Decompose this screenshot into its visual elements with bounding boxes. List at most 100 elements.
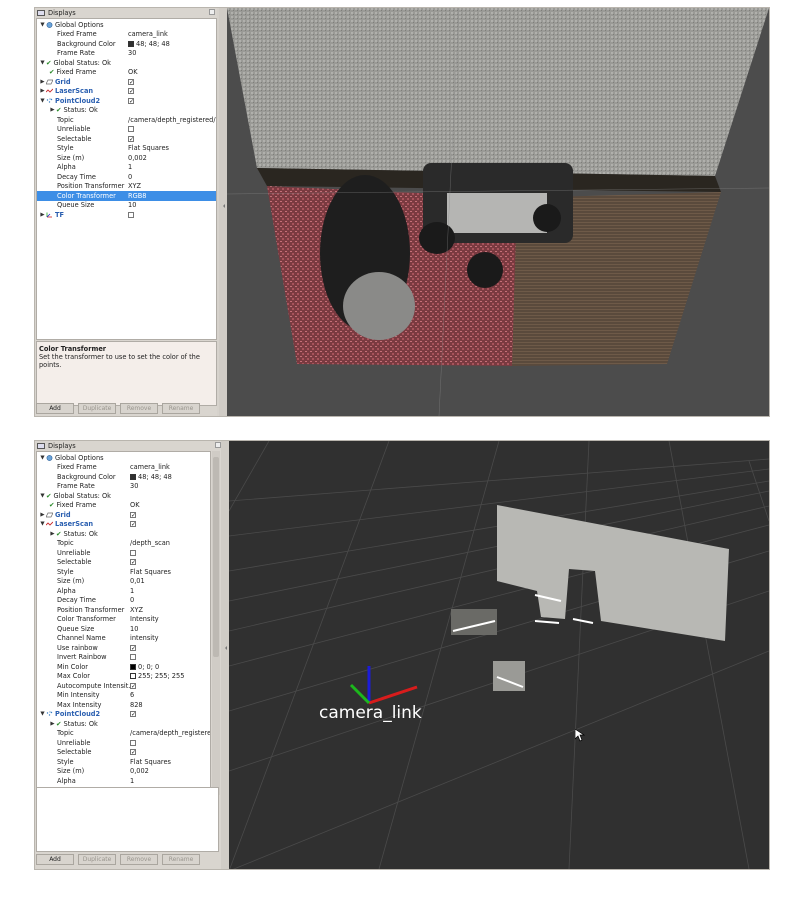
property-value[interactable]: 30 (130, 482, 210, 490)
tree-row[interactable]: Style Flat Squares (37, 144, 216, 154)
property-value[interactable]: 1 (128, 163, 216, 171)
tree-row[interactable]: ▶ ✔ Status: Ok (37, 106, 216, 116)
tree-row[interactable]: Fixed Frame camera_link (37, 30, 216, 40)
tree-row[interactable]: Position Transformer XYZ (37, 605, 210, 615)
property-value[interactable]: 6 (130, 691, 210, 699)
duplicate-button[interactable]: Duplicate (78, 854, 116, 865)
property-value[interactable]: 10 (130, 625, 210, 633)
property-value[interactable]: intensity (130, 634, 210, 642)
tree-row[interactable]: Decay Time 0 (37, 172, 216, 182)
tree-row[interactable]: Invert Rainbow (37, 653, 210, 663)
3d-viewport-pointcloud[interactable] (227, 8, 769, 416)
displays-tree[interactable]: ▼ Global Options Fixed Frame camera_link Bac… (36, 451, 211, 795)
color-value[interactable]: 48; 48; 48 (130, 473, 210, 481)
enable-checkbox[interactable]: ✓ (130, 710, 210, 718)
duplicate-button[interactable]: Duplicate (78, 403, 116, 414)
tree-row[interactable]: Max Intensity 828 (37, 700, 210, 710)
tree-row[interactable]: Selectable ✓ (37, 748, 210, 758)
enable-checkbox[interactable]: ✓ (128, 97, 216, 105)
tree-row[interactable]: Color Transformer RGB8 (37, 191, 216, 201)
property-value[interactable]: camera_link (128, 30, 216, 38)
tree-row[interactable]: Alpha 1 (37, 776, 210, 786)
property-value[interactable]: 1 (130, 777, 210, 785)
rename-button[interactable]: Rename (162, 854, 200, 865)
tree-row[interactable]: Use rainbow ✓ (37, 643, 210, 653)
property-value[interactable]: 30 (128, 49, 216, 57)
rename-button[interactable]: Rename (162, 403, 200, 414)
enable-checkbox[interactable] (128, 125, 216, 133)
property-value[interactable]: XYZ (130, 606, 210, 614)
panel-splitter[interactable] (219, 8, 227, 416)
tree-row[interactable]: ▶ ✔ Status: Ok (37, 529, 210, 539)
tree-row[interactable]: Selectable ✓ (37, 558, 210, 568)
enable-checkbox[interactable]: ✓ (130, 682, 210, 690)
tree-row[interactable]: ▼ PointCloud2 ✓ (37, 96, 216, 106)
tree-row[interactable]: Frame Rate 30 (37, 49, 216, 59)
tree-row[interactable]: Unreliable (37, 548, 210, 558)
enable-checkbox[interactable] (128, 211, 216, 219)
enable-checkbox[interactable]: ✓ (128, 78, 216, 86)
property-value[interactable]: 0 (130, 596, 210, 604)
property-value[interactable]: 1 (130, 587, 210, 595)
enable-checkbox[interactable] (130, 739, 210, 747)
tree-row[interactable]: Unreliable (37, 738, 210, 748)
tree-row[interactable]: ▶ Grid ✓ (37, 77, 216, 87)
enable-checkbox[interactable]: ✓ (130, 511, 210, 519)
add-button[interactable]: Add (36, 854, 74, 865)
property-value[interactable]: Flat Squares (130, 568, 210, 576)
color-value[interactable]: 0; 0; 0 (130, 663, 210, 671)
property-value[interactable]: 0,002 (130, 767, 210, 775)
tree-row[interactable]: Unreliable (37, 125, 216, 135)
add-button[interactable]: Add (36, 403, 74, 414)
tree-row[interactable]: ▼ Global Options (37, 453, 210, 463)
panel-splitter[interactable] (221, 441, 229, 869)
tree-row[interactable]: ✔ Fixed Frame OK (37, 501, 210, 511)
tree-row[interactable]: ▶ Grid ✓ (37, 510, 210, 520)
property-value[interactable]: OK (130, 501, 210, 509)
tree-row[interactable]: ▶ TF (37, 210, 216, 220)
tree-row[interactable]: Queue Size 10 (37, 201, 216, 211)
tree-row[interactable]: Alpha 1 (37, 163, 216, 173)
property-value[interactable]: 0,002 (128, 154, 216, 162)
tree-row[interactable]: Topic/depth_scan (37, 539, 210, 549)
property-value[interactable]: OK (128, 68, 216, 76)
tree-row[interactable]: Autocompute Intensit... ✓ (37, 681, 210, 691)
enable-checkbox[interactable]: ✓ (128, 87, 216, 95)
displays-tree[interactable]: ▼ Global Options Fixed Frame camera_link Bac… (36, 18, 217, 340)
tree-row[interactable]: Style Flat Squares (37, 757, 210, 767)
tree-row[interactable]: Background Color 48; 48; 48 (37, 472, 210, 482)
tree-row[interactable]: Position Transformer XYZ (37, 182, 216, 192)
tree-row[interactable]: ▼ Global Options (37, 20, 216, 30)
property-value[interactable]: Flat Squares (130, 758, 210, 766)
tree-row[interactable]: ▶ LaserScan ✓ (37, 87, 216, 97)
tree-row[interactable]: Decay Time 0 (37, 596, 210, 606)
property-value[interactable]: 0,01 (130, 577, 210, 585)
property-value[interactable]: /depth_scan (130, 539, 210, 547)
tree-row[interactable]: Min Color 0; 0; 0 (37, 662, 210, 672)
tree-row[interactable]: Topic/camera/depth_registered/p... (37, 115, 216, 125)
tree-row[interactable]: Frame Rate 30 (37, 482, 210, 492)
tree-row[interactable]: ▼ ✔ Global Status: Ok (37, 58, 216, 68)
tree-scrollbar[interactable] (212, 451, 220, 795)
remove-button[interactable]: Remove (120, 403, 158, 414)
property-value[interactable]: 0 (128, 173, 216, 181)
tree-row[interactable]: Topic/camera/depth_registered/p... (37, 729, 210, 739)
tree-row[interactable]: Color Transformer Intensity (37, 615, 210, 625)
tree-row[interactable]: Min Intensity 6 (37, 691, 210, 701)
tree-row[interactable]: Fixed Frame camera_link (37, 463, 210, 473)
enable-checkbox[interactable]: ✓ (130, 748, 210, 756)
property-value[interactable]: RGB8 (128, 192, 216, 200)
tree-row[interactable]: ✔ Fixed Frame OK (37, 68, 216, 78)
property-value[interactable]: 10 (128, 201, 216, 209)
tree-row[interactable]: Size (m) 0,01 (37, 577, 210, 587)
tree-row[interactable]: Channel Name intensity (37, 634, 210, 644)
tree-row[interactable]: Background Color 48; 48; 48 (37, 39, 216, 49)
3d-viewport-laserscan[interactable]: camera_link (229, 441, 769, 869)
color-value[interactable]: 48; 48; 48 (128, 40, 216, 48)
enable-checkbox[interactable] (130, 653, 210, 661)
tree-row[interactable]: Style Flat Squares (37, 567, 210, 577)
enable-checkbox[interactable]: ✓ (128, 135, 216, 143)
enable-checkbox[interactable]: ✓ (130, 644, 210, 652)
property-value[interactable]: Intensity (130, 615, 210, 623)
enable-checkbox[interactable]: ✓ (130, 520, 210, 528)
